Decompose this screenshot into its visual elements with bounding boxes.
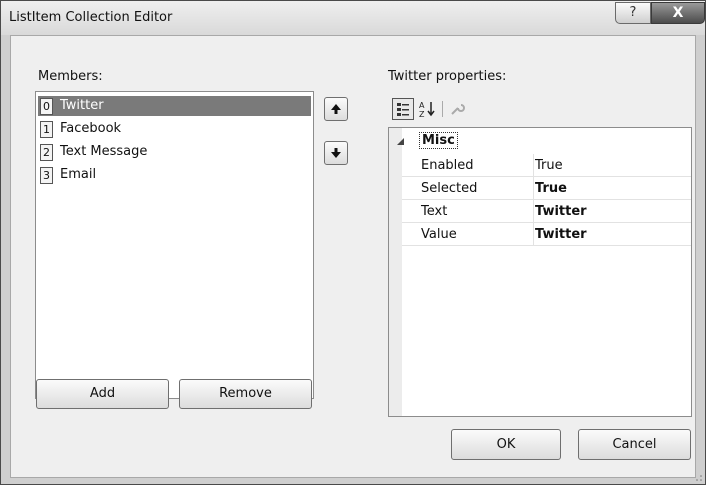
add-button[interactable]: Add [36, 379, 169, 409]
column-divider [533, 200, 534, 222]
ok-button[interactable]: OK [451, 429, 561, 460]
item-label: Email [60, 167, 97, 182]
property-value[interactable]: Twitter [535, 227, 587, 242]
members-label: Members: [38, 69, 103, 84]
wrench-icon [451, 104, 465, 115]
members-listbox[interactable]: 0 Twitter 1 Facebook 2 Text Message 3 Em… [35, 91, 314, 399]
property-row[interactable]: Selected True [402, 177, 691, 200]
property-row[interactable]: Value Twitter [402, 223, 691, 246]
column-divider [533, 223, 534, 245]
item-index: 3 [40, 167, 53, 184]
cancel-button[interactable]: Cancel [578, 429, 691, 460]
property-row[interactable]: Enabled True [402, 154, 691, 177]
move-up-button[interactable] [324, 97, 348, 121]
collection-editor-dialog: ListItem Collection Editor ? X Members: … [0, 0, 706, 485]
categorized-button[interactable] [392, 98, 414, 120]
remove-button[interactable]: Remove [179, 379, 312, 409]
resize-grip-icon[interactable] [695, 474, 703, 482]
column-divider [533, 177, 534, 199]
window-title: ListItem Collection Editor [9, 10, 173, 25]
property-row[interactable]: Text Twitter [402, 200, 691, 223]
item-index: 0 [40, 98, 53, 115]
list-item[interactable]: 1 Facebook [38, 119, 311, 139]
collapse-triangle-icon [397, 138, 404, 145]
item-index: 1 [40, 121, 53, 138]
close-button[interactable]: X [651, 2, 705, 24]
arrow-down-icon [331, 148, 341, 158]
property-value[interactable]: Twitter [535, 204, 587, 219]
property-name: Enabled [421, 158, 474, 173]
title-bar: ListItem Collection Editor ? X [1, 1, 705, 35]
help-button[interactable]: ? [615, 2, 651, 24]
svg-text:Z: Z [419, 110, 425, 119]
list-item[interactable]: 2 Text Message [38, 142, 311, 162]
property-name: Value [421, 227, 457, 242]
item-label: Text Message [60, 144, 148, 159]
property-name: Text [421, 204, 448, 219]
list-item[interactable]: 0 Twitter [38, 96, 311, 116]
move-down-button[interactable] [324, 141, 348, 165]
svg-text:A: A [419, 101, 425, 110]
categorized-icon [397, 103, 409, 116]
item-label: Facebook [60, 121, 122, 136]
list-item[interactable]: 3 Email [38, 165, 311, 185]
property-name: Selected [421, 181, 478, 196]
property-grid[interactable]: Misc Enabled True Selected True Text Twi… [388, 127, 692, 417]
property-value[interactable]: True [535, 158, 563, 173]
column-divider [533, 154, 534, 176]
item-index: 2 [40, 144, 53, 161]
toolbar-separator [442, 101, 443, 117]
properties-label: Twitter properties: [388, 69, 507, 84]
arrow-up-icon [331, 104, 341, 114]
alphabetical-button[interactable]: A Z [417, 98, 439, 120]
property-value[interactable]: True [535, 181, 567, 196]
category-label: Misc [419, 132, 458, 149]
sort-alphabetical-icon: A Z [419, 101, 435, 119]
property-pages-button[interactable] [446, 98, 468, 120]
item-label: Twitter [60, 98, 104, 113]
grid-gutter [389, 128, 402, 416]
category-row[interactable]: Misc [397, 130, 691, 153]
